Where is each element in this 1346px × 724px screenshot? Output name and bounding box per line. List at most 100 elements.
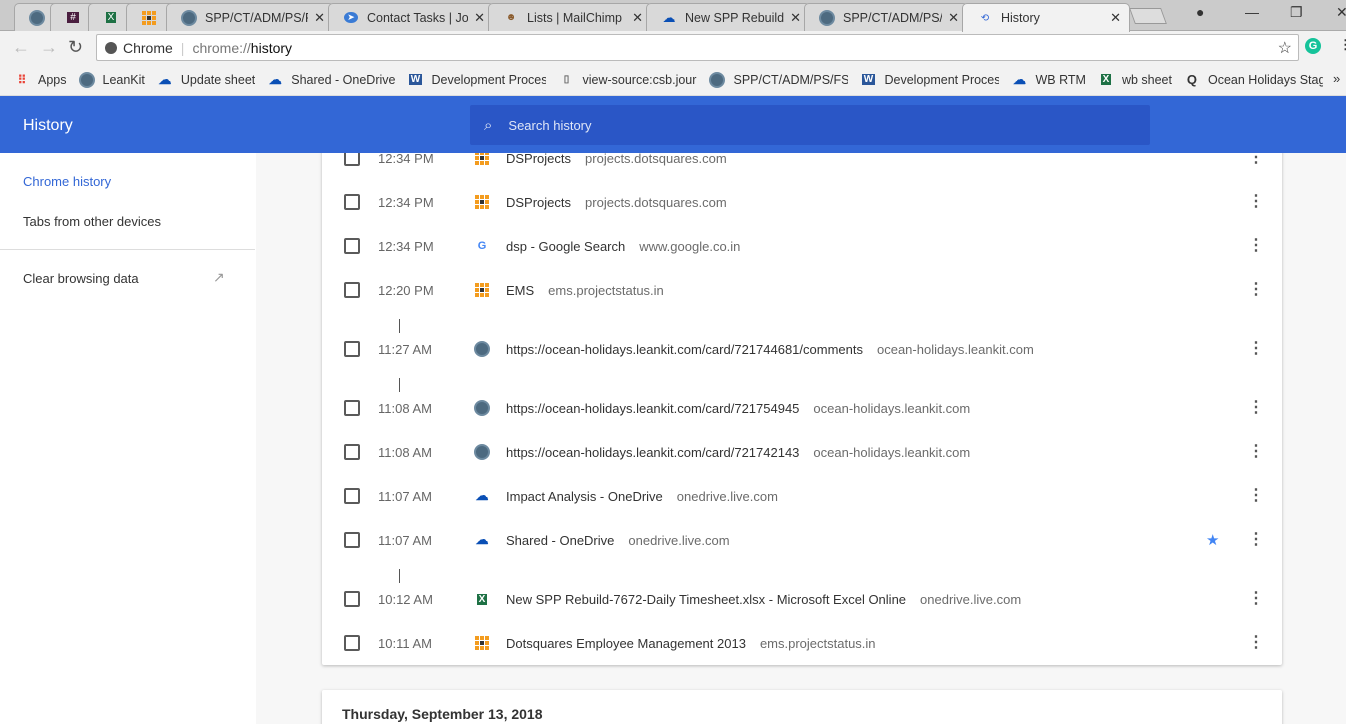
browser-tab[interactable]: SPP/CT/ADM/PS/FS ✕ (804, 3, 968, 31)
new-tab-button[interactable] (1129, 8, 1167, 24)
browser-tab[interactable]: ➤ Contact Tasks | Journ ✕ (328, 3, 494, 31)
entry-menu-button[interactable]: ⋮ (1248, 400, 1264, 416)
close-tab-icon[interactable]: ✕ (314, 10, 325, 26)
entry-menu-button[interactable]: ⋮ (1248, 282, 1264, 298)
send-icon: ➤ (343, 10, 359, 26)
entry-title-link[interactable]: DSProjects (506, 195, 571, 210)
history-icon: ⟲ (980, 12, 990, 24)
reload-button[interactable]: ↻ (68, 37, 83, 58)
entry-time: 11:07 AM (378, 532, 432, 548)
browser-tab[interactable]: ☁ New SPP Rebuild-7 ✕ (646, 3, 810, 31)
bookmark-item[interactable]: ☁ WB RTM (1011, 72, 1086, 88)
entry-domain: projects.dotsquares.com (585, 153, 727, 166)
entry-menu-button[interactable]: ⋮ (1248, 194, 1264, 210)
bookmark-item[interactable]: ☁ Update sheet (157, 72, 255, 88)
entry-checkbox[interactable] (344, 488, 360, 504)
bookmark-label: view-source:csb.journ (582, 72, 698, 87)
entry-title-link[interactable]: Impact Analysis - OneDrive (506, 489, 663, 504)
bookmark-item[interactable]: ☁ Shared - OneDrive (267, 72, 396, 88)
close-tab-icon[interactable]: ✕ (474, 10, 485, 26)
history-entry: 10:12 AM X New SPP Rebuild-7672-Daily Time… (322, 562, 1282, 621)
search-input[interactable]: ⌕ Search history (470, 105, 1150, 145)
entry-time: 12:34 PM (378, 238, 434, 254)
entry-title-link[interactable]: EMS (506, 283, 534, 298)
entry-menu-button[interactable]: ⋮ (1248, 238, 1264, 254)
entry-menu-button[interactable]: ⋮ (1248, 444, 1264, 460)
q-icon: Q (1186, 72, 1198, 87)
entry-domain: ems.projectstatus.in (759, 635, 876, 651)
forward-button[interactable]: → (40, 37, 58, 58)
bookmark-item[interactable]: ⠿ Apps (14, 72, 67, 88)
page-header: History ⌕ Search history (0, 96, 1346, 153)
back-button[interactable]: ← (12, 37, 30, 58)
bookmark-item[interactable]: LeanKit (78, 71, 145, 88)
entry-time: 10:12 AM (378, 591, 433, 607)
menu-icon[interactable]: ⋮ (1339, 37, 1346, 53)
grammarly-icon[interactable]: G (1305, 38, 1321, 54)
bookmark-item[interactable]: Xwb sheet (1098, 72, 1172, 88)
tab-title: New SPP Rebuild-7 (685, 10, 785, 25)
bookmark-item[interactable]: Q Ocean Holidays Stagi (1184, 72, 1323, 88)
dotsquares-favicon-icon (474, 282, 490, 298)
entry-title-link[interactable]: https://ocean-holidays.leankit.com/card/… (506, 445, 799, 460)
entry-title-link[interactable]: DSProjects (506, 153, 571, 166)
scheme-label: Chrome (123, 39, 173, 56)
entry-checkbox[interactable] (344, 400, 360, 416)
entry-checkbox[interactable] (344, 282, 360, 298)
profile-icon[interactable]: ● (1196, 4, 1204, 20)
close-window-button[interactable]: ✕ (1336, 4, 1346, 21)
entry-checkbox[interactable] (344, 532, 360, 548)
excel-icon: X (1100, 74, 1112, 85)
entry-title-link[interactable]: Shared - OneDrive (506, 533, 614, 548)
browser-tab[interactable]: ☻ Lists | MailChimp ✕ (488, 3, 652, 31)
search-placeholder: Search history (508, 117, 592, 133)
close-tab-icon[interactable]: ✕ (632, 10, 643, 26)
entry-domain: projects.dotsquares.com (585, 194, 727, 210)
entry-title-link[interactable]: New SPP Rebuild-7672-Daily Timesheet.xls… (506, 592, 906, 607)
entry-title-link[interactable]: Dotsquares Employee Management 2013 (506, 636, 746, 651)
excel-favicon-icon: X (476, 593, 488, 605)
tab-title: Lists | MailChimp (527, 10, 622, 25)
address-bar[interactable]: Chrome | chrome://history ☆ (96, 34, 1299, 61)
bookmarks-overflow-icon[interactable]: » (1333, 71, 1340, 86)
entry-title-link[interactable]: dsp - Google Search (506, 239, 625, 254)
close-tab-icon[interactable]: ✕ (1110, 10, 1121, 26)
bookmark-item[interactable]: W Development Process (860, 72, 999, 88)
bookmark-star-icon[interactable]: ☆ (1278, 38, 1292, 58)
entry-menu-button[interactable]: ⋮ (1248, 635, 1264, 651)
entry-checkbox[interactable] (344, 238, 360, 254)
entry-checkbox[interactable] (344, 635, 360, 651)
entry-menu-button[interactable]: ⋮ (1248, 341, 1264, 357)
bookmark-item[interactable]: SPP/CT/ADM/PS/FS/C (709, 71, 848, 88)
bookmark-item[interactable]: W Development Process (407, 72, 546, 88)
leankit-favicon-icon (474, 400, 490, 416)
entry-time: 12:20 PM (378, 282, 434, 298)
tab-strip: # X SPP/CT/ADM/PS/FS ✕ ➤ Contact Tasks | Jour… (0, 0, 1346, 32)
browser-tab[interactable]: SPP/CT/ADM/PS/FS ✕ (166, 3, 334, 31)
entry-checkbox[interactable] (344, 341, 360, 357)
restore-button[interactable]: ❐ (1290, 4, 1303, 21)
entry-menu-button[interactable]: ⋮ (1248, 532, 1264, 548)
minimize-button[interactable]: — (1245, 4, 1259, 20)
entry-menu-button[interactable]: ⋮ (1248, 591, 1264, 607)
dotsquares-favicon-icon (474, 194, 490, 210)
close-tab-icon[interactable]: ✕ (790, 10, 801, 26)
entry-domain: ocean-holidays.leankit.com (876, 341, 1034, 357)
entry-menu-button[interactable]: ⋮ (1248, 488, 1264, 504)
browser-tab[interactable]: ⟲ History ✕ (962, 3, 1130, 32)
bookmark-item[interactable]: ▯ view-source:csb.journ (558, 72, 698, 88)
sidebar-item-chrome-history[interactable]: Chrome history (23, 174, 111, 189)
close-tab-icon[interactable]: ✕ (948, 10, 959, 26)
bookmarks-bar: ⠿ Apps LeanKit ☁ Update sheet ☁ Shared - OneDr… (0, 64, 1346, 96)
entry-title-link[interactable]: https://ocean-holidays.leankit.com/card/… (506, 401, 799, 416)
entry-checkbox[interactable] (344, 194, 360, 210)
entry-checkbox[interactable] (344, 153, 360, 166)
bookmark-label: Update sheet (180, 72, 256, 87)
onedrive-favicon-icon: ☁ (475, 488, 489, 503)
entry-checkbox[interactable] (344, 591, 360, 607)
entry-menu-button[interactable]: ⋮ (1248, 153, 1264, 166)
sidebar-item-other-devices[interactable]: Tabs from other devices (23, 214, 161, 229)
entry-checkbox[interactable] (344, 444, 360, 460)
entry-title-link[interactable]: https://ocean-holidays.leankit.com/card/… (506, 342, 863, 357)
clear-browsing-data-link[interactable]: Clear browsing data (23, 271, 139, 286)
